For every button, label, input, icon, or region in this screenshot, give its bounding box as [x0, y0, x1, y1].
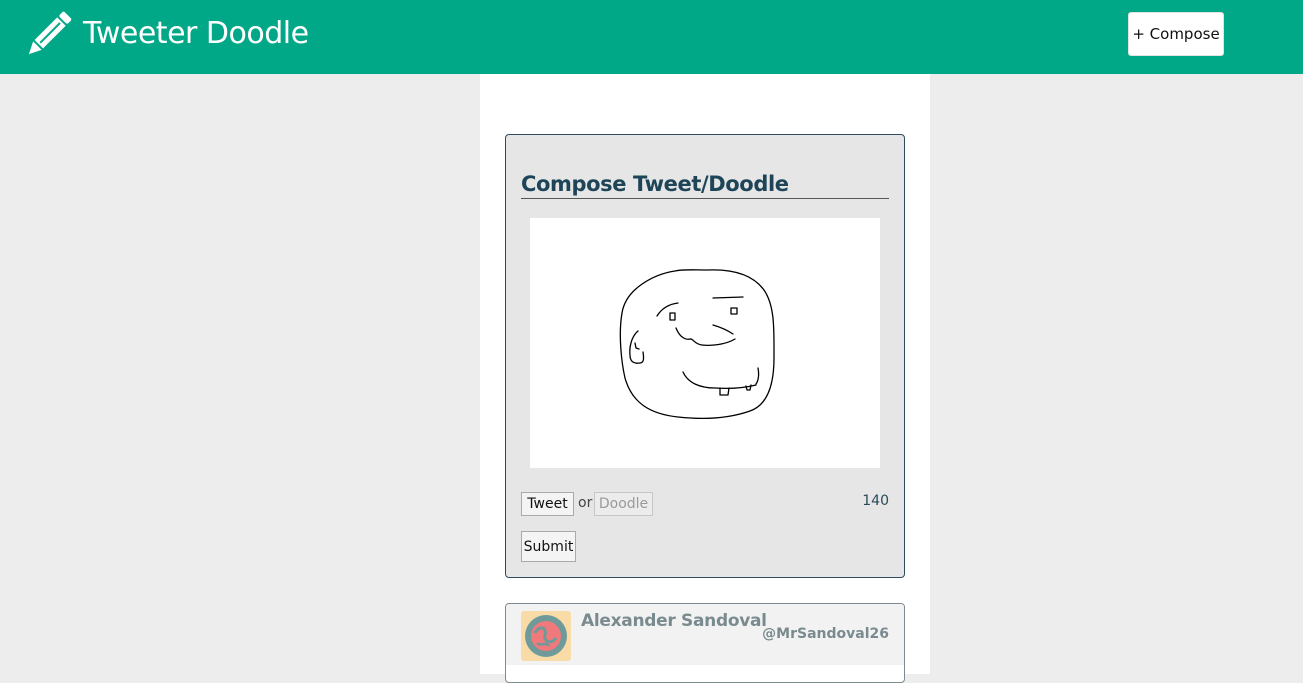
doodle-drawing [619, 269, 775, 419]
author-name[interactable]: Alexander Sandoval [581, 611, 767, 631]
avatar-icon [521, 611, 571, 661]
tweet-mode-button[interactable]: Tweet [521, 492, 574, 516]
compose-button[interactable]: + Compose [1128, 12, 1224, 56]
compose-title: Compose Tweet/Doodle [521, 170, 889, 199]
author-handle[interactable]: @MrSandoval26 [762, 626, 889, 642]
doodle-canvas[interactable] [530, 218, 880, 468]
top-navbar: Tweeter Doodle + Compose [0, 0, 1303, 74]
tweet-card: Alexander Sandoval @MrSandoval26 [505, 603, 905, 683]
brand-title[interactable]: Tweeter Doodle [83, 14, 309, 54]
pencil-icon[interactable] [22, 9, 74, 61]
tweet-header: Alexander Sandoval @MrSandoval26 [506, 604, 904, 665]
doodle-mode-button[interactable]: Doodle [594, 492, 653, 516]
mode-separator: or [578, 495, 593, 511]
compose-panel: Compose Tweet/Doodle Tweet or Doodle 140 [505, 134, 905, 578]
char-counter: 140 [862, 493, 889, 509]
submit-button[interactable]: Submit [521, 531, 576, 562]
